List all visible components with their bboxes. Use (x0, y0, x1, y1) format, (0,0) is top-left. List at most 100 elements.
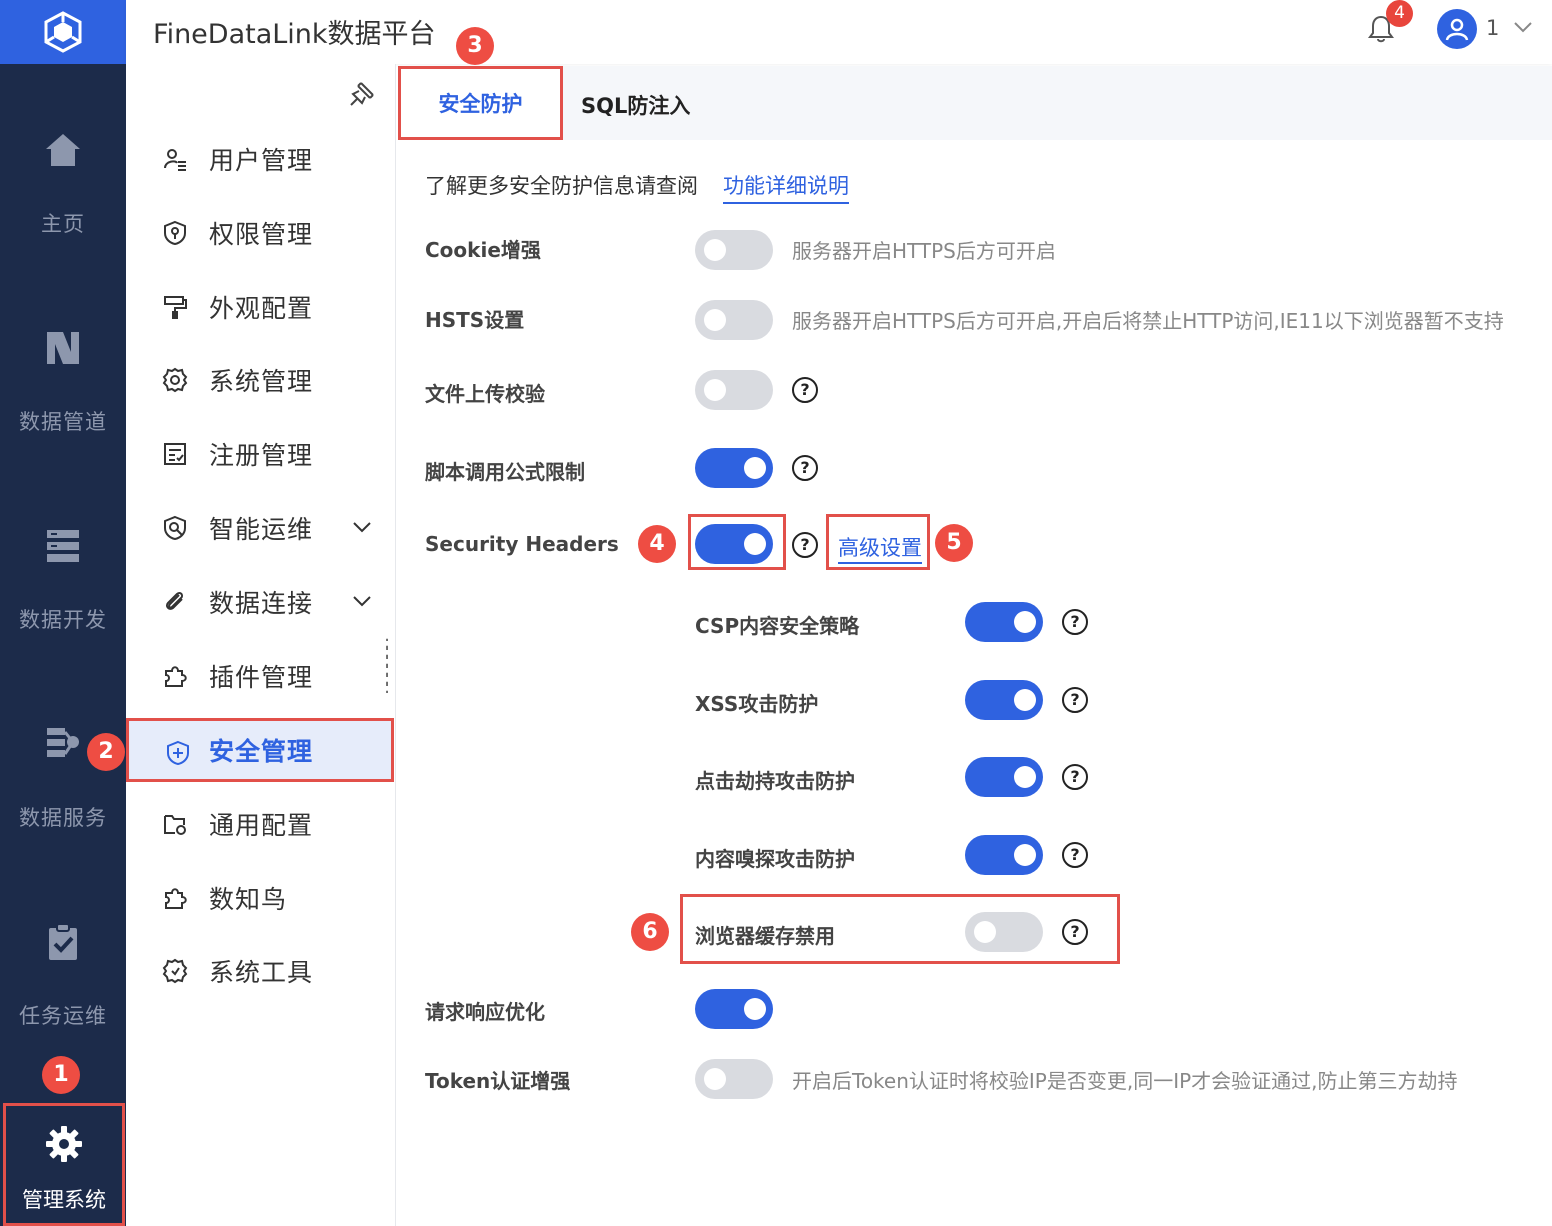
rail-item-admin[interactable]: 管理系统 (3, 1103, 125, 1226)
chevron-down-icon[interactable] (1512, 18, 1534, 36)
app-title: FineDataLink数据平台 (153, 19, 436, 50)
tools-gear-icon (162, 958, 188, 984)
toggle-knob (704, 1068, 726, 1090)
toggle-knob (1014, 689, 1036, 711)
help-icon[interactable]: ? (792, 455, 818, 481)
toggle-knob (704, 379, 726, 401)
annotation-badge-2: 2 (87, 733, 125, 771)
security-headers-toggle[interactable] (695, 524, 773, 564)
pin-icon[interactable] (348, 80, 376, 108)
annotation-badge-4: 4 (638, 525, 676, 563)
settings-icon (162, 367, 188, 393)
menu-item-data-connection[interactable]: 数据连接 (126, 572, 394, 632)
top-header: FineDataLink数据平台 4 1 (126, 0, 1552, 64)
help-icon[interactable]: ? (1062, 687, 1088, 713)
rail-item-label: 数据开发 (19, 608, 107, 632)
resize-handle[interactable]: : :: :: : (384, 634, 395, 697)
xss-toggle[interactable] (965, 680, 1043, 720)
task-ops-icon (43, 922, 83, 962)
smart-ops-icon (164, 515, 186, 541)
annotation-badge-5: 5 (935, 524, 973, 562)
menu-item-plugins[interactable]: 插件管理 (126, 646, 394, 706)
menu-item-registration[interactable]: 注册管理 (126, 424, 394, 484)
shield-key-icon (164, 220, 186, 246)
cache-disable-toggle[interactable] (965, 912, 1043, 952)
rail-item-label: 数据管道 (19, 410, 107, 434)
menu-item-label: 系统管理 (209, 367, 314, 396)
avatar[interactable] (1437, 9, 1477, 49)
sniff-toggle[interactable] (965, 835, 1043, 875)
tab-security-protection[interactable]: 安全防护 (398, 66, 563, 140)
token-hint: 开启后Token认证时将校验IP是否变更,同一IP才会验证通过,防止第三方劫持 (792, 1069, 1458, 1093)
menu-item-label: 通用配置 (209, 811, 314, 840)
menu-item-label: 用户管理 (209, 146, 314, 175)
menu-item-smart-ops[interactable]: 智能运维 (126, 498, 394, 558)
user-name[interactable]: 1 (1486, 16, 1499, 40)
script-limit-toggle[interactable] (695, 448, 773, 488)
menu-item-users[interactable]: 用户管理 (126, 129, 394, 189)
help-icon[interactable]: ? (1062, 919, 1088, 945)
menu-item-label: 外观配置 (209, 294, 314, 323)
menu-item-label: 插件管理 (209, 663, 314, 692)
tab-sql-injection[interactable]: SQL防注入 (581, 90, 690, 120)
puzzle-icon (165, 666, 187, 687)
menu-item-appearance[interactable]: 外观配置 (126, 277, 394, 337)
paint-roller-icon (164, 296, 187, 319)
menu-item-general[interactable]: 通用配置 (126, 794, 394, 854)
sniff-label: 内容嗅探攻击防护 (695, 847, 855, 871)
cookie-toggle[interactable] (695, 230, 773, 270)
menu-item-label: 系统工具 (209, 958, 314, 987)
cookie-hint: 服务器开启HTTPS后方可开启 (792, 239, 1056, 263)
rail-item-label: 管理系统 (22, 1188, 106, 1212)
rail-item-label: 数据服务 (19, 806, 107, 830)
rail-item-develop[interactable]: 数据开发 (0, 526, 126, 666)
annotation-badge-3: 3 (456, 27, 494, 65)
cookie-label: Cookie增强 (425, 238, 541, 262)
notification-badge: 4 (1386, 0, 1413, 27)
token-label: Token认证增强 (425, 1069, 571, 1093)
hsts-toggle[interactable] (695, 300, 773, 340)
help-icon[interactable]: ? (1062, 842, 1088, 868)
csp-toggle[interactable] (965, 602, 1043, 642)
toggle-knob (1014, 611, 1036, 633)
doc-link[interactable]: 功能详细说明 (723, 170, 849, 204)
script-limit-label: 脚本调用公式限制 (425, 460, 585, 484)
help-icon[interactable]: ? (1062, 764, 1088, 790)
chevron-down-icon[interactable] (351, 518, 373, 536)
menu-item-permissions[interactable]: 权限管理 (126, 203, 394, 263)
logo[interactable] (0, 0, 126, 64)
user-icon (1445, 18, 1469, 41)
rail-item-task-ops[interactable]: 任务运维 (0, 922, 126, 1062)
rail-item-home[interactable]: 主页 (0, 130, 126, 270)
menu-item-shuzhiniao[interactable]: 数知鸟 (126, 868, 394, 928)
menu-item-security[interactable]: 安全管理 (126, 718, 394, 782)
toggle-knob (744, 457, 766, 479)
help-icon[interactable]: ? (1062, 609, 1088, 635)
advanced-settings-link[interactable]: 高级设置 (838, 532, 922, 564)
intro-text: 了解更多安全防护信息请查阅 (425, 174, 698, 198)
menu-item-system[interactable]: 系统管理 (126, 350, 394, 410)
clickjack-toggle[interactable] (965, 757, 1043, 797)
nav-rail: 主页 数据管道 数据开发 数据服务 任务运维 管理系统 (0, 0, 126, 1226)
chevron-down-icon[interactable] (351, 592, 373, 610)
response-opt-toggle[interactable] (695, 989, 773, 1029)
upload-check-toggle[interactable] (695, 370, 773, 410)
rail-item-label: 主页 (41, 212, 85, 236)
rail-item-pipeline[interactable]: 数据管道 (0, 328, 126, 468)
xss-label: XSS攻击防护 (695, 692, 819, 716)
token-toggle[interactable] (695, 1059, 773, 1099)
response-opt-label: 请求响应优化 (425, 1000, 545, 1024)
hsts-hint: 服务器开启HTTPS后方可开启,开启后将禁止HTTP访问,IE11以下浏览器暂不… (792, 309, 1504, 333)
paperclip-icon (165, 591, 184, 610)
csp-label: CSP内容安全策略 (695, 614, 860, 638)
cache-disable-label: 浏览器缓存禁用 (695, 924, 835, 948)
hsts-label: HSTS设置 (425, 308, 525, 332)
help-icon[interactable]: ? (792, 532, 818, 558)
tab-bar: 安全防护 SQL防注入 (398, 66, 1552, 140)
admin-menu: 用户管理 权限管理 外观配置 系统管理 注册管理 智能运维 数据连接 插件管理 … (126, 64, 396, 1226)
menu-item-label: 数据连接 (209, 589, 314, 618)
toggle-knob (744, 998, 766, 1020)
menu-item-label: 注册管理 (209, 441, 314, 470)
menu-item-tools[interactable]: 系统工具 (126, 941, 394, 1001)
help-icon[interactable]: ? (792, 377, 818, 403)
